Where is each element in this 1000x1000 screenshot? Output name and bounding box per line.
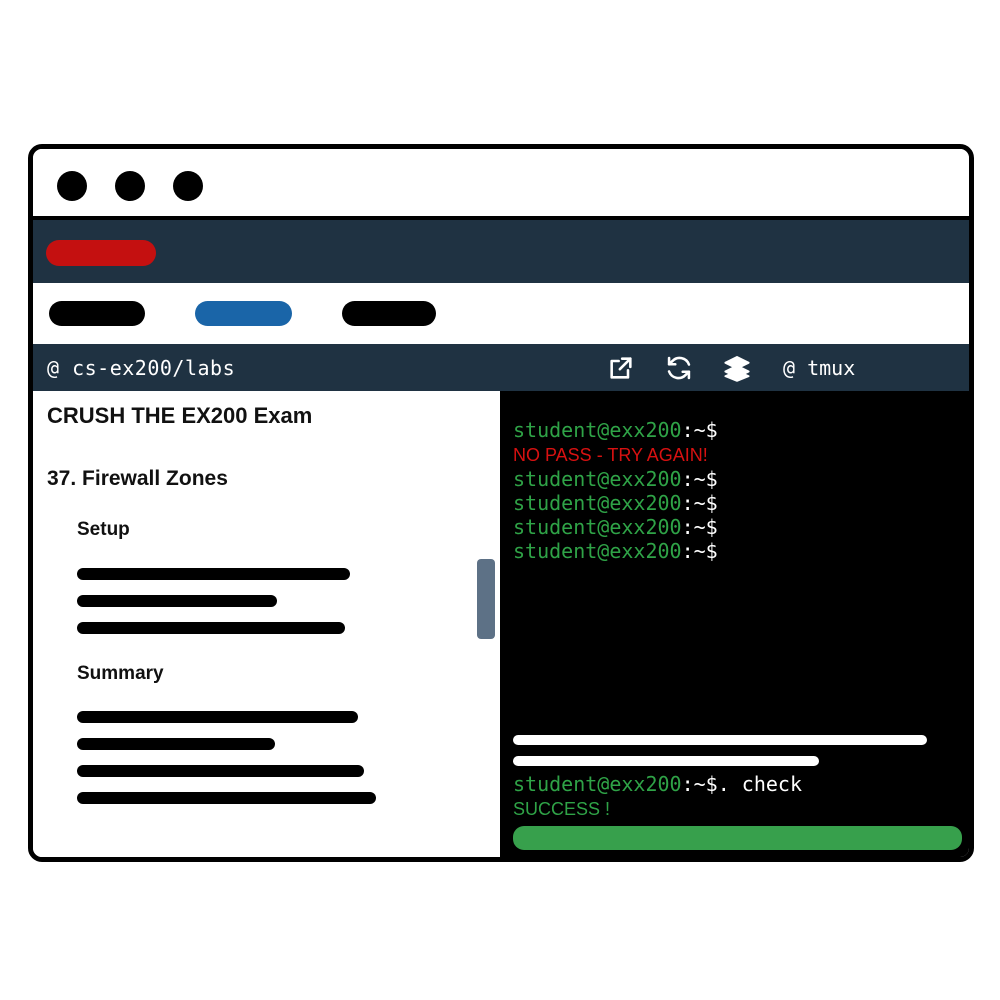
layers-icon[interactable] [723,354,751,382]
toolbar-icon-group: @ tmux [607,344,855,391]
brand-logo[interactable] [46,240,156,266]
terminal-status-bar [513,826,962,850]
prompt-user-host: student@exx200 [513,772,682,796]
terminal-pane[interactable]: student@exx200:~$ NO PASS - TRY AGAIN! s… [500,391,969,857]
terminal-prompt-line: student@exx200:~$ [513,467,961,491]
error-message: NO PASS - TRY AGAIN! [513,445,708,465]
nav-tab-3[interactable] [342,301,436,326]
page-title: CRUSH THE EX200 Exam [47,403,313,428]
terminal-output: student@exx200:~$ NO PASS - TRY AGAIN! s… [513,418,961,563]
command-text: check [729,772,802,796]
terminal-prompt-line: student@exx200:~$ [513,515,961,539]
redacted-text-line [77,738,275,750]
redacted-text-line [77,765,364,777]
prompt-user-host: student@exx200 [513,467,682,491]
terminal-prompt-line: student@exx200:~$ [513,491,961,515]
document-scrollbar-thumb[interactable] [477,559,495,639]
window-titlebar [33,149,969,220]
tmux-session-label[interactable]: @ tmux [783,356,855,380]
subsection-heading-summary: Summary [77,663,164,684]
redacted-text-line [77,568,350,580]
prompt-suffix: :~$ [681,491,718,515]
prompt-suffix: :~$ [681,539,718,563]
prompt-suffix: :~$ [681,418,718,442]
redacted-terminal-output [513,756,819,766]
minimize-button-icon[interactable] [115,171,145,201]
terminal-check-block: student@exx200:~$. check SUCCESS ! [513,772,961,821]
screen-root: @ cs-ex200/labs @ tmux CRUSH THE EX200 E… [0,0,1000,1000]
prompt-user-host: student@exx200 [513,491,682,515]
redacted-text-line [77,595,277,607]
success-message: SUCCESS ! [513,799,611,819]
subsection-heading-setup: Setup [77,519,130,540]
browser-window: @ cs-ex200/labs @ tmux CRUSH THE EX200 E… [28,144,974,862]
prompt-suffix: :~$. [681,772,730,796]
terminal-result-line: SUCCESS ! [513,796,961,821]
path-toolbar: @ cs-ex200/labs @ tmux [33,344,969,391]
section-heading: 37. Firewall Zones [47,467,228,490]
content-split: CRUSH THE EX200 Exam 37. Firewall Zones … [33,391,969,857]
redacted-terminal-output [513,735,927,745]
redacted-text-line [77,622,345,634]
brand-bar [33,220,969,283]
nav-tab-1[interactable] [49,301,145,326]
terminal-prompt-line: student@exx200:~$ [513,539,961,563]
refresh-icon[interactable] [665,354,693,382]
prompt-user-host: student@exx200 [513,418,682,442]
terminal-prompt-line: student@exx200:~$ [513,418,961,442]
breadcrumb-path: @ cs-ex200/labs [47,355,236,380]
external-link-icon[interactable] [607,354,635,382]
prompt-suffix: :~$ [681,467,718,491]
terminal-command-line: student@exx200:~$. check [513,772,961,796]
terminal-error-line: NO PASS - TRY AGAIN! [513,442,961,467]
prompt-suffix: :~$ [681,515,718,539]
close-button-icon[interactable] [57,171,87,201]
maximize-button-icon[interactable] [173,171,203,201]
prompt-user-host: student@exx200 [513,539,682,563]
redacted-text-line [77,792,376,804]
prompt-user-host: student@exx200 [513,515,682,539]
lab-document-pane: CRUSH THE EX200 Exam 37. Firewall Zones … [33,391,500,857]
nav-tab-2-active[interactable] [195,301,292,326]
nav-bar [33,283,969,344]
redacted-text-line [77,711,358,723]
